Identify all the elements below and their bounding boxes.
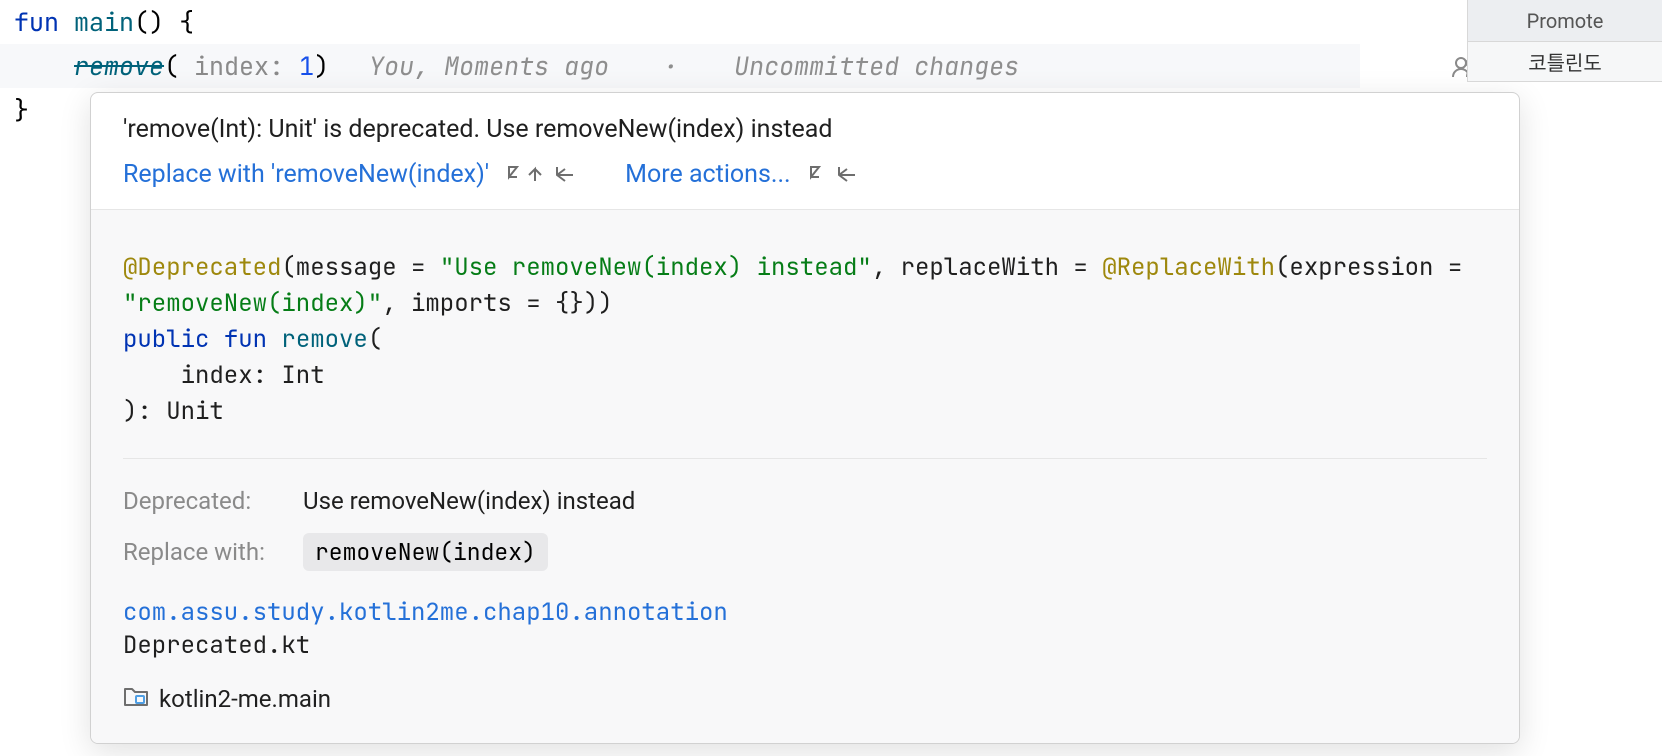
korean-tab[interactable]: 코틀린도 — [1467, 42, 1662, 82]
popup-body: @Deprecated(message = "Use removeNew(ind… — [91, 209, 1519, 743]
param-hint-index: index: — [194, 49, 284, 83]
file-name: Deprecated.kt — [123, 630, 1487, 661]
replacewith-code: removeNew(index) — [303, 533, 548, 571]
right-panel: Promote 코틀린도 — [1467, 0, 1662, 756]
sig-open-paren: ( — [368, 324, 382, 355]
sig-str-1: "Use removeNew(index) instead" — [440, 252, 872, 283]
vcs-inlay-status: Uncommitted changes — [734, 49, 1019, 83]
deprecated-value: Use removeNew(index) instead — [303, 487, 635, 515]
paren-open: ( — [164, 49, 194, 83]
shortcut-more-icon — [809, 163, 863, 187]
sig-text-4: , imports = {})) — [382, 288, 612, 319]
popup-header: 'remove(Int): Unit' is deprecated. Use r… — [91, 93, 1519, 209]
keyword-fun: fun — [14, 5, 59, 39]
sig-text-3: (expression = — [1275, 252, 1477, 283]
fn-main: main — [74, 5, 134, 39]
code-line-1[interactable]: fun main() { — [0, 0, 1360, 44]
brace-open: { — [179, 5, 194, 39]
location-block: com.assu.study.kotlin2me.chap10.annotati… — [123, 597, 1487, 661]
sig-str-2: "removeNew(index)" — [123, 288, 382, 319]
fn-remove: remove — [281, 324, 367, 355]
kw-fun: fun — [224, 324, 267, 355]
sig-close: ): Unit — [123, 396, 224, 427]
folder-icon — [123, 685, 149, 713]
divider — [123, 458, 1487, 459]
anno-deprecated: @Deprecated — [123, 252, 281, 283]
sig-text-2: , replaceWith = — [872, 252, 1102, 283]
replacewith-label: Replace with: — [123, 538, 303, 566]
module-name: kotlin2-me.main — [159, 685, 331, 713]
quickfix-popup: 'remove(Int): Unit' is deprecated. Use r… — [90, 92, 1520, 744]
signature-block: @Deprecated(message = "Use removeNew(ind… — [123, 250, 1487, 430]
vcs-inlay-author: You, Moments ago — [369, 49, 609, 83]
vcs-inlay-sep: · — [664, 49, 679, 83]
deprecated-label: Deprecated: — [123, 487, 303, 515]
popup-title: 'remove(Int): Unit' is deprecated. Use r… — [123, 115, 1487, 144]
package-link[interactable]: com.assu.study.kotlin2me.chap10.annotati… — [123, 597, 1487, 628]
anno-replacewith: @ReplaceWith — [1102, 252, 1275, 283]
replace-action-link[interactable]: Replace with 'removeNew(index)' — [123, 160, 489, 189]
promote-tab[interactable]: Promote — [1467, 0, 1662, 42]
code-line-2[interactable]: remove( index: 1) You, Moments ago · Unco… — [0, 44, 1360, 88]
call-remove-deprecated: remove — [74, 49, 164, 83]
kw-public: public — [123, 324, 209, 355]
module-row: kotlin2-me.main — [123, 685, 1487, 713]
popup-actions: Replace with 'removeNew(index)' More act… — [123, 160, 1487, 189]
replacewith-row: Replace with: removeNew(index) — [123, 533, 1487, 571]
sig-param: index: Int — [123, 360, 325, 391]
deprecated-row: Deprecated: Use removeNew(index) instead — [123, 487, 1487, 515]
sig-text-1: (message = — [281, 252, 439, 283]
paren-close: ) — [314, 49, 329, 83]
brace-close: } — [14, 93, 29, 127]
parens: () — [134, 5, 164, 39]
more-actions-link[interactable]: More actions... — [625, 160, 790, 189]
shortcut-replace-icon — [507, 163, 579, 187]
arg-1: 1 — [299, 49, 314, 83]
